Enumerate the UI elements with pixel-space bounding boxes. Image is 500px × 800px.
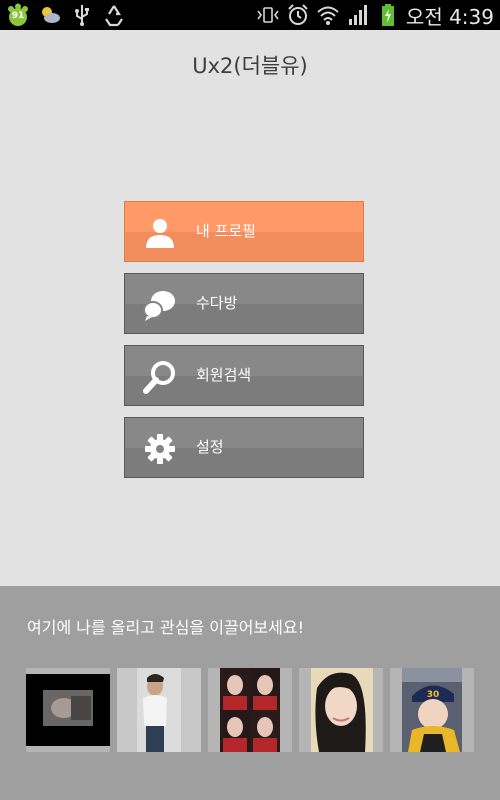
notification-icons: 91: [6, 3, 126, 27]
photo-thumbnail[interactable]: [208, 668, 292, 752]
photo-thumbnail[interactable]: [117, 668, 201, 752]
wifi-icon: [317, 6, 339, 25]
promo-panel: 여기에 나를 올리고 관심을 이끌어보세요! 30: [0, 586, 500, 800]
my-profile-button[interactable]: 내 프로필: [124, 201, 364, 262]
settings-button[interactable]: 설정: [124, 417, 364, 478]
settings-label: 설정: [196, 438, 224, 456]
vibrate-icon: [257, 7, 279, 23]
photo-thumbnail[interactable]: 30: [390, 668, 474, 752]
status-bar: 91 오전 4:39: [0, 0, 500, 30]
weather-icon: [42, 7, 60, 23]
usb-icon: [75, 5, 89, 26]
search-icon: [143, 361, 175, 394]
app-title: Ux2(더블유): [192, 54, 308, 78]
member-search-label: 회원검색: [196, 366, 252, 384]
signal-icon: [348, 5, 367, 25]
photo-thumbnail[interactable]: [26, 668, 110, 752]
chat-room-button[interactable]: 수다방: [124, 273, 364, 334]
clock: 오전 4:39: [405, 4, 494, 29]
alarm-icon: [288, 4, 308, 25]
person-icon: [146, 219, 174, 248]
member-search-button[interactable]: 회원검색: [124, 345, 364, 406]
photo-thumbnail[interactable]: [299, 668, 383, 752]
promo-text: 여기에 나를 올리고 관심을 이끌어보세요!: [27, 618, 304, 637]
badge-count: 91: [11, 11, 25, 21]
recycle-icon: [105, 5, 123, 27]
chat-bubbles-icon: [143, 291, 175, 321]
my-profile-label: 내 프로필: [196, 222, 256, 240]
chat-room-label: 수다방: [196, 294, 238, 312]
svg-text:30: 30: [427, 690, 440, 700]
system-icons: 오전 4:39: [256, 0, 494, 30]
battery-icon: [381, 4, 394, 26]
gallery-badge-icon: 91: [6, 3, 30, 27]
gear-icon: [145, 434, 175, 464]
